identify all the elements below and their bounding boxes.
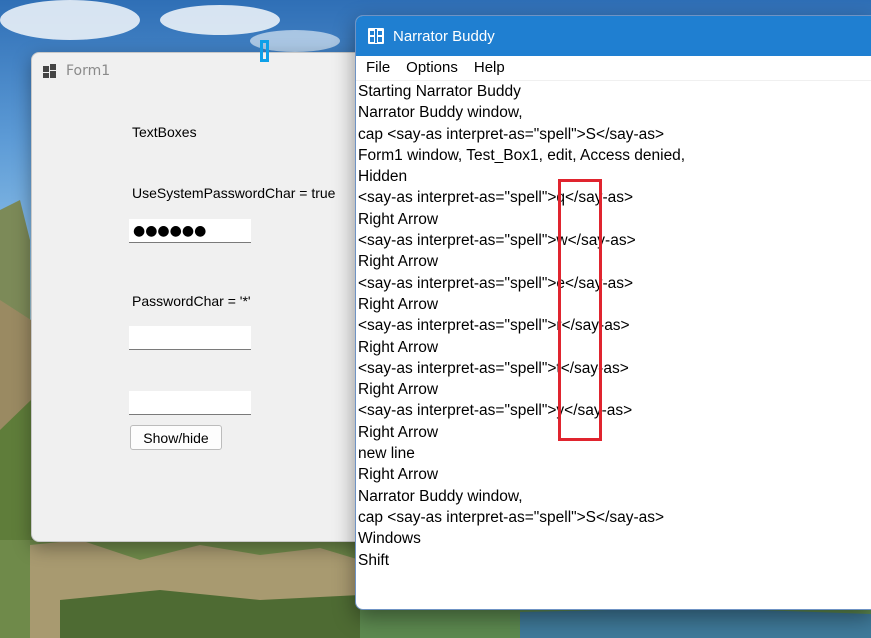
log-line: Right Arrow bbox=[358, 423, 439, 441]
form1-titlebar: Form1 bbox=[32, 53, 372, 89]
log-line: cap <say-as interpret-as="spell">S</say-… bbox=[358, 125, 665, 143]
narrator-buddy-titlebar: Narrator Buddy bbox=[356, 16, 871, 56]
log-line: new line bbox=[358, 445, 415, 463]
plain-textbox[interactable] bbox=[129, 391, 251, 415]
log-line: Right Arrow bbox=[358, 210, 439, 228]
password-char-label: PasswordChar = '*' bbox=[132, 293, 251, 309]
log-line: Narrator Buddy window, bbox=[358, 487, 523, 505]
log-line: <say-as interpret-as="spell">e</say-as> bbox=[358, 274, 634, 292]
log-line: Right Arrow bbox=[358, 381, 439, 399]
narration-log[interactable]: Starting Narrator Buddy Narrator Buddy w… bbox=[356, 81, 871, 571]
log-line: cap <say-as interpret-as="spell">S</say-… bbox=[358, 508, 665, 526]
menu-options[interactable]: Options bbox=[398, 56, 466, 80]
log-line: <say-as interpret-as="spell">q</say-as> bbox=[358, 189, 634, 207]
menu-help[interactable]: Help bbox=[466, 56, 513, 80]
menu-file[interactable]: File bbox=[358, 56, 398, 80]
system-password-textbox[interactable] bbox=[129, 219, 251, 243]
use-system-password-char-label: UseSystemPasswordChar = true bbox=[132, 185, 336, 201]
log-line: Windows bbox=[358, 530, 421, 548]
log-line: <say-as interpret-as="spell">y</say-as> bbox=[358, 402, 633, 420]
log-line: Narrator Buddy window, bbox=[358, 104, 523, 122]
log-line: <say-as interpret-as="spell">w</say-as> bbox=[358, 232, 636, 250]
narrator-buddy-title: Narrator Buddy bbox=[393, 27, 495, 45]
log-line: Shift bbox=[358, 551, 390, 569]
menu-bar: File Options Help bbox=[356, 56, 871, 81]
highlight-annotation-box bbox=[558, 179, 602, 441]
form1-title: Form1 bbox=[66, 63, 111, 79]
show-hide-button[interactable]: Show/hide bbox=[130, 425, 222, 450]
log-line: <say-as interpret-as="spell">t</say-as> bbox=[358, 359, 629, 377]
textboxes-label: TextBoxes bbox=[132, 124, 197, 140]
form1-window: Form1 TextBoxes UseSystemPasswordChar = … bbox=[31, 52, 373, 542]
focus-indicator bbox=[260, 40, 269, 62]
log-line: Form1 window, Test_Box1, edit, Access de… bbox=[358, 146, 686, 164]
log-line: Right Arrow bbox=[358, 295, 439, 313]
log-line: Right Arrow bbox=[358, 338, 439, 356]
log-line: Starting Narrator Buddy bbox=[358, 83, 521, 100]
narrator-buddy-window: Narrator Buddy File Options Help Startin… bbox=[355, 15, 871, 610]
narrator-buddy-app-icon bbox=[368, 28, 384, 44]
log-line: Right Arrow bbox=[358, 466, 439, 484]
password-char-textbox[interactable] bbox=[129, 326, 251, 350]
winforms-app-icon bbox=[43, 64, 56, 78]
log-line: Hidden bbox=[358, 168, 408, 186]
log-line: <say-as interpret-as="spell">r</say-as> bbox=[358, 317, 630, 335]
log-line: Right Arrow bbox=[358, 253, 439, 271]
